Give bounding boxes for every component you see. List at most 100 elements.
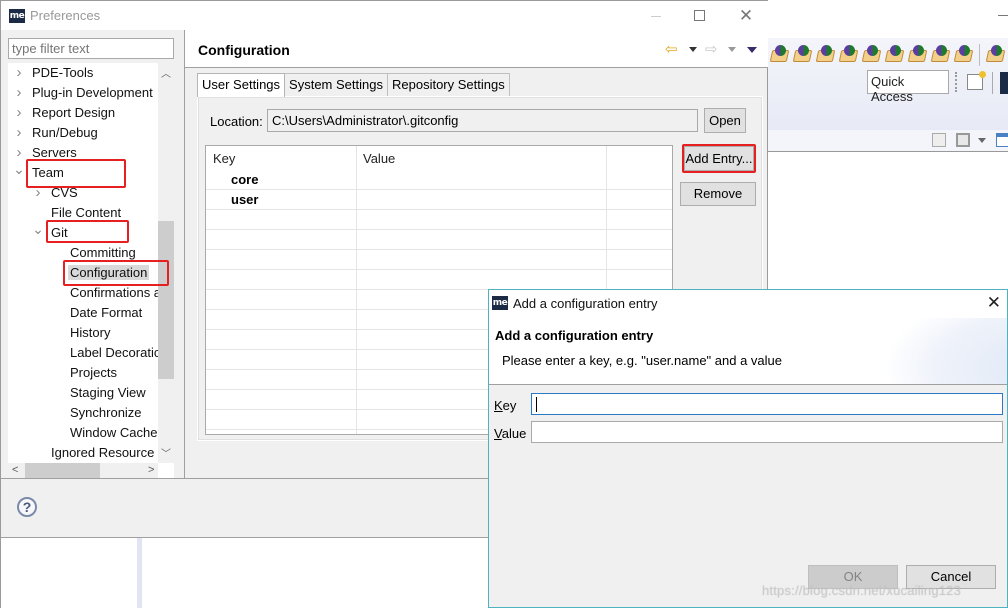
scroll-down-icon[interactable]: ﹀: [158, 445, 174, 460]
forward-dropdown-icon[interactable]: [728, 47, 736, 52]
filter-input[interactable]: [8, 38, 174, 59]
chevron-down-icon[interactable]: [978, 138, 986, 143]
pin-icon[interactable]: [932, 133, 946, 147]
tree-item[interactable]: Confirmations a: [70, 283, 161, 303]
tree-item[interactable]: Label Decoratic: [70, 343, 160, 363]
chevron-right-icon[interactable]: ›: [12, 83, 26, 103]
toolbar-grip[interactable]: [955, 72, 957, 92]
quick-access-field[interactable]: Quick Access: [867, 70, 949, 104]
tree-item[interactable]: › CVS: [36, 183, 78, 203]
tree-item[interactable]: Ignored Resource: [51, 443, 154, 463]
close-button[interactable]: ✕: [723, 1, 769, 31]
tab-system-settings[interactable]: System Settings: [284, 73, 388, 96]
toolbar-separator: [979, 44, 980, 66]
tree-horizontal-scrollbar[interactable]: < >: [8, 463, 158, 478]
dialog-banner: Add a configuration entry Please enter a…: [489, 318, 1007, 385]
location-field[interactable]: C:\Users\Administrator\.gitconfig: [267, 109, 698, 132]
package-icon[interactable]: [952, 44, 975, 62]
toolbar-icon-row: [768, 44, 1007, 66]
close-icon[interactable]: ✕: [987, 293, 1001, 313]
banner-decoration: [887, 318, 1007, 384]
table-row[interactable]: core: [206, 170, 672, 190]
scroll-left-icon[interactable]: <: [12, 463, 18, 478]
tree-item-label: Plug-in Development: [32, 85, 153, 100]
tree-item[interactable]: › Run/Debug: [17, 123, 98, 143]
page-header: Configuration ⇦ ⇨: [185, 30, 768, 68]
chevron-right-icon[interactable]: ›: [31, 183, 45, 203]
tree-item[interactable]: › PDE-Tools: [17, 63, 94, 83]
package-icon[interactable]: [860, 44, 883, 62]
tree-item-label: Git: [51, 225, 68, 240]
tree-item[interactable]: Configuration: [68, 263, 150, 283]
tree-item[interactable]: Committing: [70, 243, 136, 263]
package-icon[interactable]: [906, 44, 929, 62]
back-arrow-icon[interactable]: ⇦: [665, 40, 678, 58]
tree-item[interactable]: Date Format: [70, 303, 142, 323]
tree-vertical-scrollbar[interactable]: ︿ ﹀: [158, 63, 174, 463]
tree-item-label: PDE-Tools: [32, 65, 94, 80]
forward-arrow-icon[interactable]: ⇨: [705, 40, 718, 58]
tree-item[interactable]: › Report Design: [17, 103, 116, 123]
scrollbar-thumb[interactable]: [25, 463, 100, 478]
table-row[interactable]: [206, 270, 672, 290]
chevron-down-icon[interactable]: ⌄: [12, 159, 26, 179]
chevron-right-icon[interactable]: ›: [12, 123, 26, 143]
table-row[interactable]: [206, 230, 672, 250]
tree-item[interactable]: › Plug-in Development: [17, 83, 153, 103]
display-icon[interactable]: [956, 133, 970, 147]
package-icon[interactable]: [814, 44, 837, 62]
workbench-minimize-icon[interactable]: [998, 15, 1008, 16]
maximize-button[interactable]: [677, 1, 723, 31]
pane-divider[interactable]: [184, 30, 185, 478]
tree-item[interactable]: Projects: [70, 363, 117, 383]
chevron-down-icon[interactable]: ⌄: [31, 219, 45, 239]
preferences-titlebar: me Preferences ✕: [1, 0, 768, 30]
table-row[interactable]: [206, 210, 672, 230]
package-icon[interactable]: [768, 44, 791, 62]
package-icon[interactable]: [837, 44, 860, 62]
settings-tabs: User Settings System Settings Repository…: [197, 73, 510, 97]
tree-item[interactable]: › Servers: [17, 143, 77, 163]
view-menu-icon[interactable]: [747, 47, 757, 53]
text-caret: [536, 397, 537, 412]
tree-item[interactable]: Staging View: [70, 383, 146, 403]
scroll-up-icon[interactable]: ︿: [158, 65, 174, 80]
key-input[interactable]: [531, 393, 1003, 415]
cancel-button[interactable]: Cancel: [906, 565, 996, 589]
table-row[interactable]: user: [206, 190, 672, 210]
page-title: Configuration: [198, 42, 290, 58]
chevron-right-icon[interactable]: ›: [12, 103, 26, 123]
table-row[interactable]: [206, 250, 672, 270]
tree-item-label: Run/Debug: [32, 125, 98, 140]
tree-item[interactable]: Synchronize: [70, 403, 142, 423]
tree-item[interactable]: File Content: [51, 203, 121, 223]
remove-button[interactable]: Remove: [680, 182, 756, 206]
perspective-logo-icon[interactable]: [1000, 72, 1008, 94]
back-dropdown-icon[interactable]: [689, 47, 697, 52]
new-window-icon[interactable]: [996, 133, 1008, 147]
ok-button[interactable]: OK: [808, 565, 898, 589]
minimize-button[interactable]: [633, 1, 679, 31]
open-perspective-icon[interactable]: [967, 71, 986, 90]
column-header-key[interactable]: Key: [213, 151, 235, 166]
open-button[interactable]: Open: [704, 108, 746, 133]
tree-item-label: CVS: [51, 185, 78, 200]
tree-item[interactable]: ⌄ Git: [32, 221, 68, 243]
tree-item[interactable]: ⌄ Team: [13, 161, 64, 183]
chevron-right-icon[interactable]: ›: [12, 63, 26, 83]
value-input[interactable]: [531, 421, 1003, 443]
scrollbar-thumb[interactable]: [158, 221, 174, 379]
tab-repository-settings[interactable]: Repository Settings: [386, 73, 510, 96]
tree-item-label: Report Design: [32, 105, 116, 120]
add-entry-button[interactable]: Add Entry...: [684, 146, 754, 171]
package-icon[interactable]: [929, 44, 952, 62]
tab-user-settings[interactable]: User Settings: [197, 73, 286, 97]
tree-item[interactable]: Window Cache: [70, 423, 157, 443]
help-icon[interactable]: ?: [17, 497, 37, 517]
column-header-value[interactable]: Value: [363, 151, 395, 166]
package-icon[interactable]: [791, 44, 814, 62]
package-icon[interactable]: [883, 44, 906, 62]
scroll-right-icon[interactable]: >: [148, 463, 154, 478]
open-package-icon[interactable]: [984, 44, 1007, 62]
tree-item[interactable]: History: [70, 323, 110, 343]
